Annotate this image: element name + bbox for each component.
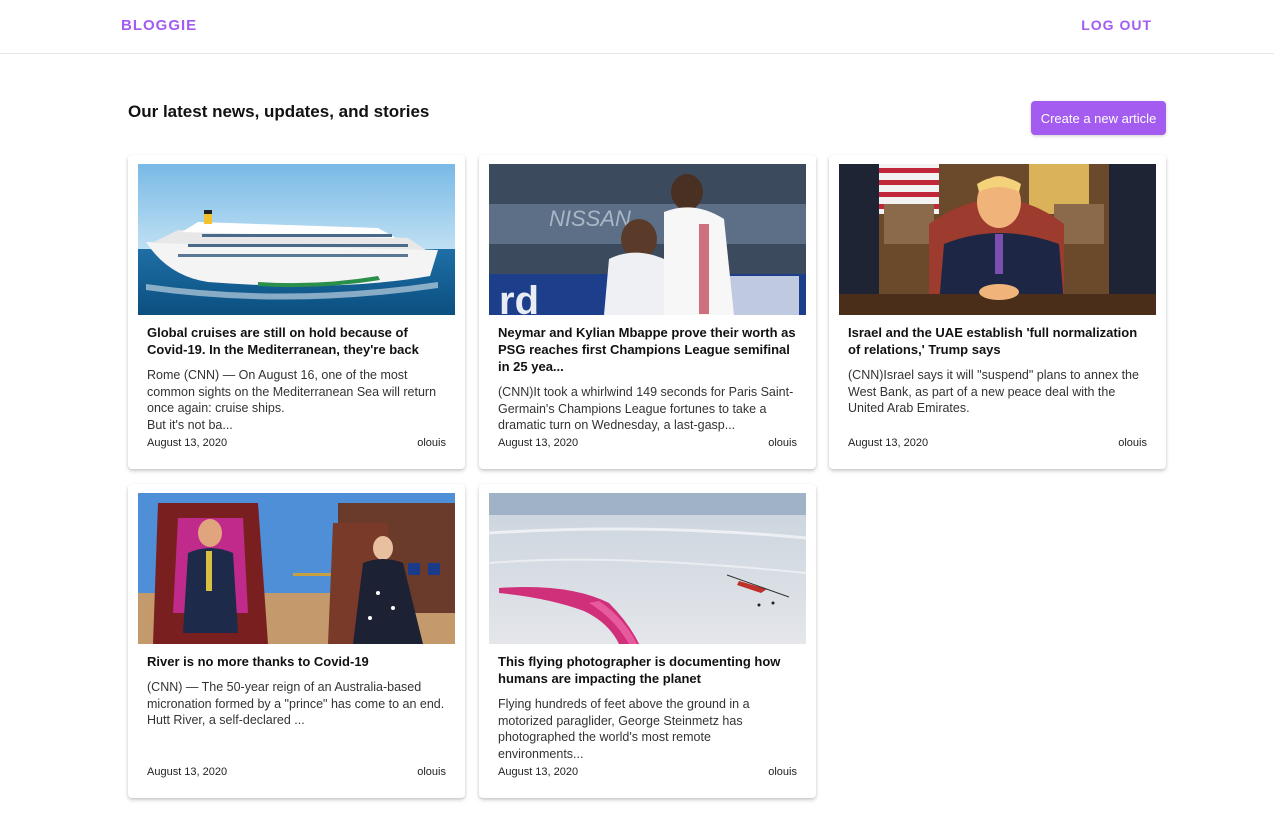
article-title[interactable]: Neymar and Kylian Mbappe prove their wor… — [498, 324, 798, 375]
article-author: olouis — [768, 437, 797, 449]
article-image[interactable] — [839, 164, 1156, 315]
article-date: August 13, 2020 — [498, 437, 579, 449]
brand-logo-link[interactable]: BLOGGIE — [121, 17, 197, 34]
article-date: August 13, 2020 — [147, 437, 228, 449]
article-card[interactable]: NISSAN rd Neymar and Kylian Mbappe prove… — [479, 155, 816, 469]
article-card[interactable]: River is no more thanks to Covid-19 (CNN… — [128, 484, 465, 798]
article-title[interactable]: River is no more thanks to Covid-19 — [147, 653, 447, 670]
article-author: olouis — [417, 437, 446, 449]
article-date: August 13, 2020 — [498, 766, 579, 778]
article-title[interactable]: Global cruises are still on hold because… — [147, 324, 447, 358]
article-excerpt: Rome (CNN) — On August 16, one of the mo… — [147, 368, 437, 432]
article-date: August 13, 2020 — [848, 437, 929, 449]
logout-button[interactable]: LOG OUT — [1081, 17, 1152, 33]
article-date: August 13, 2020 — [147, 766, 228, 778]
article-image[interactable] — [489, 493, 806, 644]
article-author: olouis — [768, 766, 797, 778]
svg-text:NISSAN: NISSAN — [549, 206, 631, 231]
create-article-button[interactable]: Create a new article — [1031, 101, 1166, 135]
top-navbar: BLOGGIE LOG OUT — [0, 0, 1274, 54]
page-title: Our latest news, updates, and stories — [128, 102, 430, 121]
article-excerpt: Flying hundreds of feet above the ground… — [498, 697, 750, 761]
article-author: olouis — [417, 766, 446, 778]
article-excerpt: (CNN)Israel says it will "suspend" plans… — [848, 368, 1139, 415]
article-excerpt: (CNN)It took a whirlwind 149 seconds for… — [498, 385, 794, 432]
article-card[interactable]: Global cruises are still on hold because… — [128, 155, 465, 469]
article-author: olouis — [1118, 437, 1147, 449]
article-image[interactable] — [138, 164, 455, 315]
article-title[interactable]: Israel and the UAE establish 'full norma… — [848, 324, 1148, 358]
article-excerpt: (CNN) — The 50-year reign of an Australi… — [147, 680, 445, 727]
article-card[interactable]: Israel and the UAE establish 'full norma… — [829, 155, 1166, 469]
article-card[interactable]: This flying photographer is documenting … — [479, 484, 816, 798]
article-image[interactable]: NISSAN rd — [489, 164, 806, 315]
article-title[interactable]: This flying photographer is documenting … — [498, 653, 798, 687]
svg-text:rd: rd — [499, 279, 539, 315]
article-image[interactable] — [138, 493, 455, 644]
